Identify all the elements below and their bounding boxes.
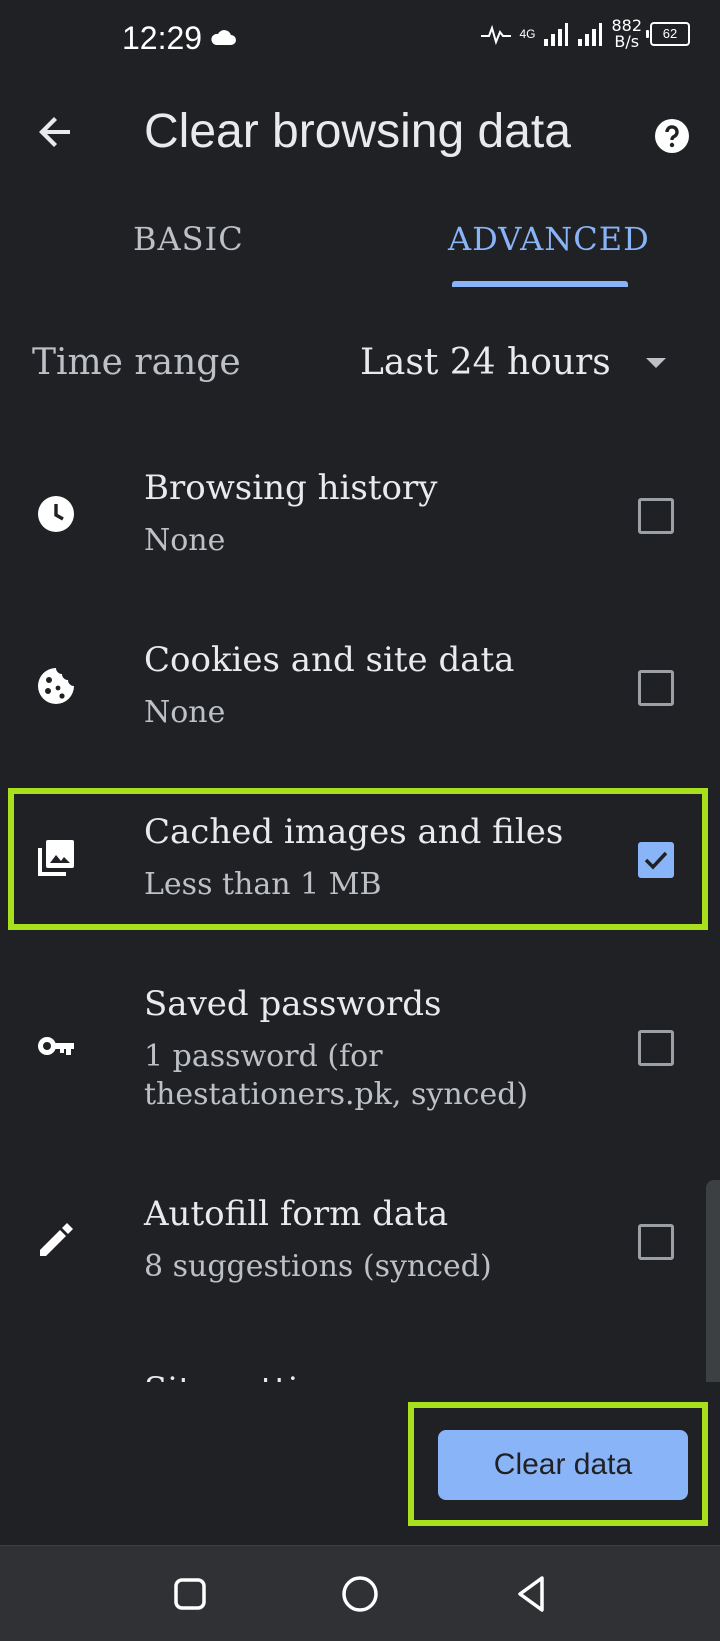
- speed-unit: B/s: [614, 32, 640, 51]
- autofill-checkbox[interactable]: [638, 1224, 674, 1260]
- item-title: Cookies and site data: [144, 640, 515, 680]
- item-subtitle: 1 password (for thestationers.pk, synced…: [144, 1039, 529, 1112]
- cloud-icon: [211, 30, 236, 45]
- clear-data-button[interactable]: Clear data: [438, 1430, 688, 1500]
- browsing-history-checkbox[interactable]: [638, 498, 674, 534]
- network-type: 4G: [519, 27, 536, 41]
- item-subtitle: 8 suggestions (synced): [144, 1249, 492, 1284]
- list-item-browsing-history[interactable]: Browsing history None: [0, 460, 720, 580]
- page-title: Clear browsing data: [144, 105, 571, 158]
- signal-icon-2: [578, 23, 603, 46]
- item-title: Autofill form data: [144, 1194, 449, 1234]
- images-icon: [38, 840, 74, 876]
- item-title: Cached images and files: [144, 812, 564, 852]
- list-item-cached-images[interactable]: Cached images and files Less than 1 MB: [0, 804, 720, 924]
- list-item-cookies[interactable]: Cookies and site data None: [0, 632, 720, 752]
- saved-passwords-checkbox[interactable]: [638, 1030, 674, 1066]
- item-subtitle: None: [144, 695, 226, 730]
- time-range-label: Time range: [32, 342, 241, 383]
- help-icon[interactable]: [654, 118, 690, 154]
- signal-icon: [544, 23, 569, 46]
- back-nav-icon[interactable]: [510, 1572, 554, 1616]
- tab-advanced[interactable]: ADVANCED: [448, 220, 650, 258]
- key-icon: [38, 1037, 74, 1055]
- list-item-autofill[interactable]: Autofill form data 8 suggestions (synced…: [0, 1186, 720, 1306]
- network-speed: 882 B/s: [611, 18, 642, 50]
- cookies-checkbox[interactable]: [638, 670, 674, 706]
- item-title: Saved passwords: [144, 984, 442, 1024]
- status-time: 12:29: [122, 20, 203, 56]
- item-subtitle: Less than 1 MB: [144, 867, 382, 902]
- system-nav-bar: [0, 1545, 720, 1641]
- dropdown-arrow-icon[interactable]: [646, 358, 666, 368]
- status-bar: 12:29 4G 882 B/s 62: [0, 0, 720, 80]
- recent-apps-icon[interactable]: [168, 1572, 212, 1616]
- home-icon[interactable]: [338, 1572, 382, 1616]
- cookie-icon: [38, 668, 74, 704]
- arrow-back-icon[interactable]: [36, 112, 76, 152]
- checkmark-icon: [644, 851, 668, 870]
- clock-icon: [38, 496, 74, 532]
- list-item-saved-passwords[interactable]: Saved passwords 1 password (for thestati…: [0, 976, 720, 1126]
- time-range-select[interactable]: Last 24 hours: [360, 342, 611, 383]
- tab-indicator: [452, 281, 628, 287]
- scrollbar[interactable]: [706, 1180, 720, 1400]
- cached-images-checkbox[interactable]: [638, 842, 674, 878]
- pencil-icon: [40, 1223, 73, 1256]
- activity-icon: [481, 24, 512, 46]
- item-title: Browsing history: [144, 468, 438, 508]
- tab-basic[interactable]: BASIC: [133, 220, 244, 258]
- battery-icon: 62: [646, 22, 690, 46]
- item-subtitle: None: [144, 523, 226, 558]
